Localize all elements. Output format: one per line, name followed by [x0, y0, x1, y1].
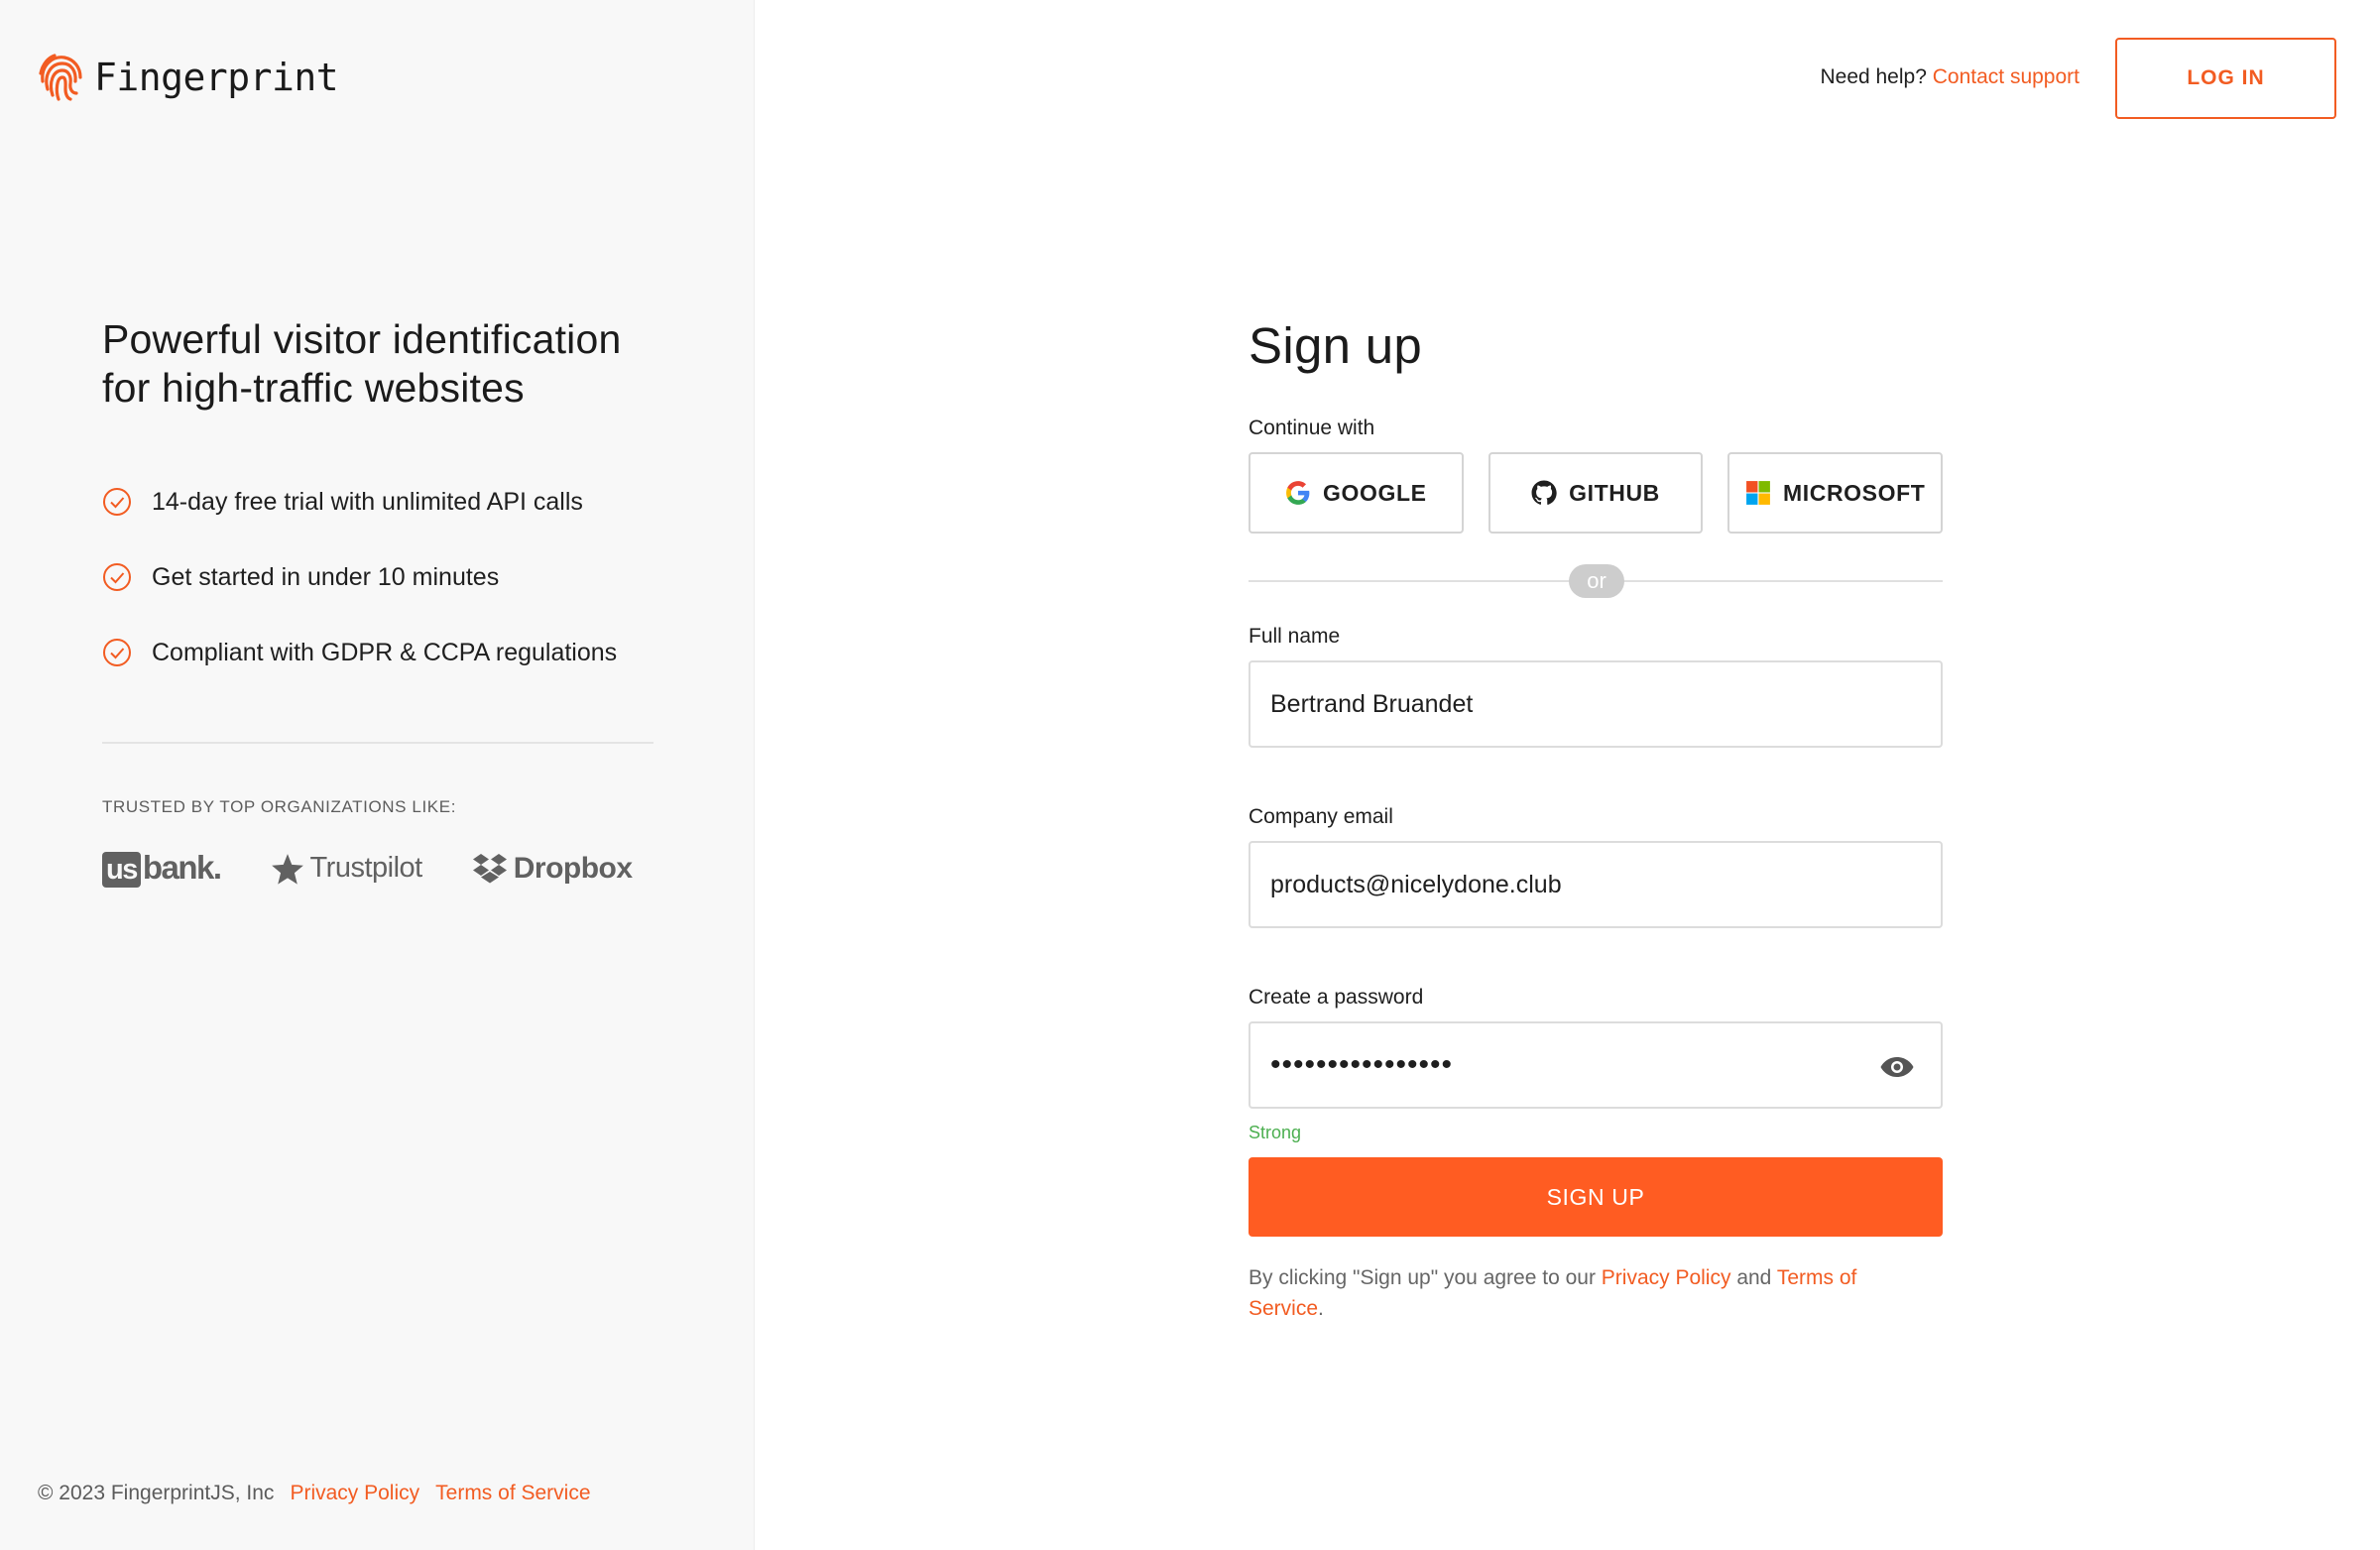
privacy-policy-link[interactable]: Privacy Policy: [1602, 1266, 1731, 1289]
google-label: GOOGLE: [1323, 479, 1427, 506]
feature-item: Compliant with GDPR & CCPA regulations: [102, 615, 657, 690]
dropbox-logo: Dropbox: [472, 852, 633, 886]
usbank-text: bank.: [142, 849, 222, 886]
trustpilot-text: Trustpilot: [309, 852, 423, 884]
pitch-section: Powerful visitor identification for high…: [102, 315, 657, 888]
feature-item: Get started in under 10 minutes: [102, 539, 657, 615]
feature-item: 14-day free trial with unlimited API cal…: [102, 464, 657, 539]
page-title: Sign up: [1249, 317, 1423, 374]
github-icon: [1531, 480, 1557, 505]
legal-text: By clicking "Sign up" you agree to our P…: [1249, 1262, 1933, 1324]
legal-prefix: By clicking "Sign up" you agree to our: [1249, 1266, 1596, 1289]
password-input[interactable]: [1270, 1048, 1921, 1082]
footer-terms-link[interactable]: Terms of Service: [435, 1482, 590, 1505]
email-input[interactable]: [1270, 870, 1921, 899]
continue-with-label: Continue with: [1249, 417, 1375, 439]
dropbox-icon: [472, 853, 507, 883]
partner-logos: us bank. Trustpilot Dropbox: [102, 849, 657, 888]
headline: Powerful visitor identification for high…: [102, 315, 657, 413]
password-label: Create a password: [1249, 986, 1424, 1009]
show-password-button[interactable]: [1879, 1049, 1915, 1085]
microsoft-button[interactable]: MICROSOFT: [1727, 452, 1944, 534]
github-button[interactable]: GITHUB: [1488, 452, 1704, 534]
email-field[interactable]: [1249, 841, 1943, 928]
or-divider: or: [1249, 561, 1943, 601]
help-label: Need help?: [1820, 65, 1927, 88]
google-button[interactable]: GOOGLE: [1249, 452, 1464, 534]
left-footer: © 2023 FingerprintJS, Inc Privacy Policy…: [38, 1482, 591, 1505]
feature-label: 14-day free trial with unlimited API cal…: [152, 487, 583, 516]
feature-label: Compliant with GDPR & CCPA regulations: [152, 638, 618, 666]
left-panel: Fingerprint Powerful visitor identificat…: [0, 0, 755, 1550]
headline-line-1: Powerful visitor identification: [102, 316, 622, 362]
legal-suffix: .: [1318, 1297, 1324, 1320]
eye-icon: [1880, 1057, 1914, 1077]
microsoft-icon: [1746, 481, 1770, 505]
google-icon: [1286, 481, 1310, 505]
trusted-label: TRUSTED BY TOP ORGANIZATIONS LIKE:: [102, 797, 457, 816]
full-name-input[interactable]: [1270, 689, 1921, 719]
feature-label: Get started in under 10 minutes: [152, 562, 500, 591]
fingerprint-logo-icon: [39, 54, 82, 101]
logo-text: Fingerprint: [94, 56, 339, 99]
contact-support-link[interactable]: Contact support: [1933, 65, 2080, 88]
headline-line-2: for high-traffic websites: [102, 365, 525, 411]
check-circle-icon: [103, 639, 131, 666]
copyright: © 2023 FingerprintJS, Inc: [38, 1482, 275, 1504]
check-circle-icon: [103, 563, 131, 591]
dropbox-text: Dropbox: [513, 851, 633, 885]
social-buttons: GOOGLE GITHUB MICROSOFT: [1249, 452, 1944, 534]
legal-and: and: [1736, 1266, 1772, 1289]
login-button[interactable]: LOG IN: [2115, 38, 2336, 119]
password-field[interactable]: [1249, 1021, 1943, 1109]
microsoft-label: MICROSOFT: [1782, 479, 1926, 506]
trustpilot-logo: Trustpilot: [271, 852, 422, 886]
full-name-field[interactable]: [1249, 660, 1943, 748]
feature-list: 14-day free trial with unlimited API cal…: [102, 464, 657, 690]
github-label: GITHUB: [1569, 479, 1660, 506]
signup-button[interactable]: SIGN UP: [1249, 1157, 1943, 1237]
footer-privacy-link[interactable]: Privacy Policy: [290, 1482, 419, 1505]
usbank-logo: us bank.: [102, 849, 222, 888]
check-circle-icon: [103, 488, 131, 516]
logo[interactable]: Fingerprint: [37, 52, 339, 103]
email-label: Company email: [1249, 805, 1393, 828]
divider: [102, 742, 654, 744]
star-icon: [271, 853, 303, 885]
help-text: Need help? Contact support: [1820, 65, 2080, 89]
or-label: or: [1569, 564, 1624, 598]
full-name-label: Full name: [1249, 625, 1341, 648]
usbank-box: us: [102, 852, 141, 888]
password-strength: Strong: [1249, 1123, 1302, 1142]
signup-form: Sign up Continue with GOOGLE GITHUB MICR…: [1249, 315, 1944, 1324]
